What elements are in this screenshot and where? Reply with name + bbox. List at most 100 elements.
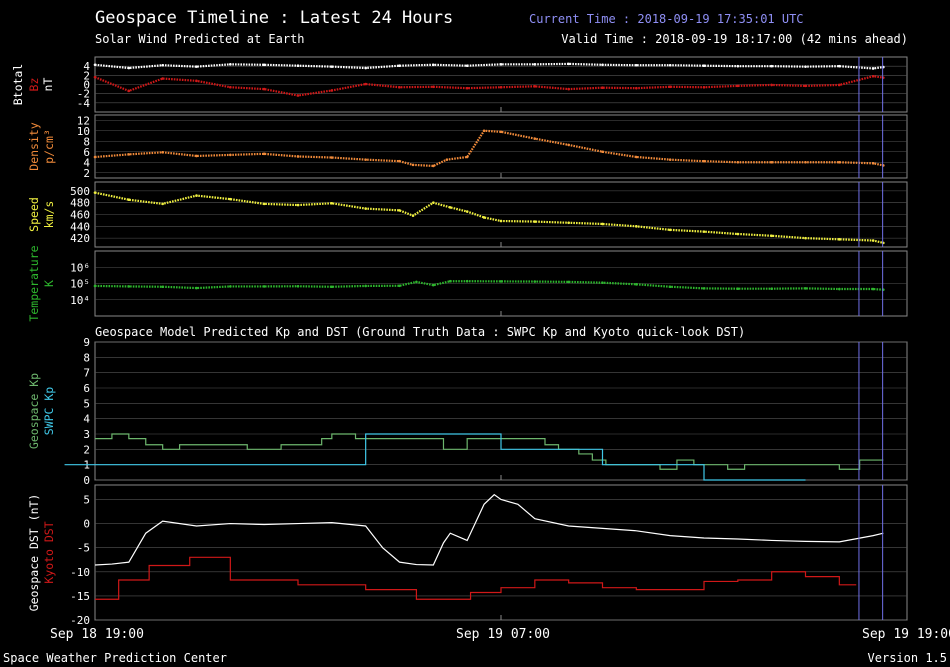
y-tick-label: 5 [83, 493, 90, 506]
data-point [364, 66, 367, 70]
data-point [127, 198, 131, 202]
data-point [668, 228, 672, 232]
series-line [64, 433, 806, 481]
y-tick-label: 5 [83, 397, 90, 410]
data-point [398, 159, 401, 163]
y-axis-label: Density [27, 122, 41, 171]
data-point [482, 216, 486, 219]
data-point [465, 210, 469, 213]
y-tick-label: -10 [70, 566, 90, 579]
data-point [195, 286, 198, 290]
series-line [95, 433, 884, 470]
data-point [838, 287, 841, 291]
y-axis-label: Kyoto DST [42, 521, 56, 583]
data-point [702, 230, 706, 233]
y-tick-label: 7 [83, 367, 90, 380]
data-point [398, 85, 401, 89]
x-tick-label: Sep 19 19:00 [862, 627, 950, 642]
data-point [702, 85, 706, 89]
data-point [445, 158, 449, 161]
data-point [499, 63, 503, 66]
y-axis-label: Btotal [11, 64, 25, 106]
data-point [635, 225, 638, 228]
data-point [635, 283, 638, 286]
data-point [804, 160, 807, 164]
data-point [736, 160, 740, 164]
data-point [770, 287, 773, 291]
data-point [668, 285, 672, 289]
data-point [567, 221, 570, 225]
data-point [296, 155, 300, 158]
y-tick-label: 10⁵ [70, 278, 90, 291]
data-point [127, 89, 131, 93]
data-point [871, 287, 875, 291]
data-point [567, 87, 570, 91]
data-point [702, 287, 706, 290]
data-point [668, 85, 672, 89]
data-point [668, 63, 672, 67]
data-point [229, 153, 232, 157]
panel-frame [94, 484, 908, 621]
y-axis-label: Geospace Kp [27, 373, 41, 449]
data-point [804, 65, 807, 68]
data-point [601, 150, 604, 154]
data-point [296, 64, 300, 68]
data-point [93, 63, 97, 67]
data-point [533, 63, 537, 66]
data-point [448, 206, 452, 209]
data-point [262, 285, 266, 288]
data-point [411, 214, 415, 217]
data-point [804, 84, 807, 88]
data-point [398, 209, 401, 212]
data-point [161, 202, 164, 206]
y-axis-label: km/s [42, 201, 56, 229]
y-tick-label: 0 [83, 474, 90, 487]
data-point [195, 194, 198, 197]
y-tick-label: 3 [83, 428, 90, 441]
data-point [229, 85, 232, 89]
data-point [411, 163, 415, 167]
data-point [161, 285, 164, 289]
data-point [601, 222, 604, 226]
y-tick-label: -4 [77, 97, 91, 110]
data-point [161, 150, 164, 154]
series-line [94, 493, 884, 566]
data-point [330, 65, 334, 68]
data-point [161, 63, 164, 67]
data-point [161, 77, 164, 80]
data-point [567, 62, 570, 66]
data-point [770, 160, 773, 164]
data-point [533, 220, 537, 223]
data-point [601, 86, 604, 90]
data-point [499, 219, 503, 223]
data-point [770, 83, 773, 87]
data-point [127, 66, 131, 70]
y-axis-label: p/cm³ [42, 129, 56, 164]
data-point [127, 285, 131, 288]
data-point [635, 86, 638, 90]
data-point [838, 160, 841, 164]
panel-frame [94, 114, 908, 179]
data-point [330, 201, 334, 205]
x-tick-label: Sep 18 19:00 [50, 627, 144, 642]
data-point [330, 89, 334, 92]
data-point [296, 94, 300, 97]
data-point [533, 280, 537, 283]
panel-frame [94, 341, 908, 481]
data-point [364, 207, 367, 210]
data-point [499, 280, 503, 283]
data-point [770, 64, 773, 68]
y-tick-label: 4 [83, 413, 90, 426]
data-point [195, 154, 198, 158]
data-point [127, 153, 131, 156]
data-point [229, 63, 232, 66]
x-tick-label: Sep 19 07:00 [456, 627, 550, 642]
data-point [262, 202, 266, 206]
data-point [364, 158, 367, 161]
data-point [736, 287, 740, 291]
data-point [229, 197, 232, 201]
data-point [770, 234, 773, 238]
data-point [262, 152, 266, 156]
y-tick-label: -5 [77, 542, 90, 555]
data-point [702, 64, 706, 68]
